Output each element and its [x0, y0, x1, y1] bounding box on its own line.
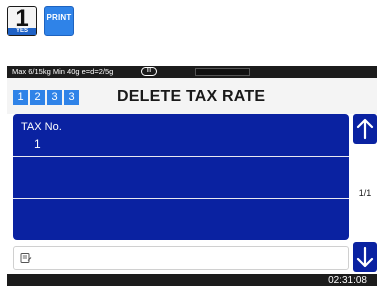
print-key-icon[interactable]: PRINT: [44, 6, 74, 36]
step-4[interactable]: 3: [64, 90, 79, 105]
arrow-down-icon[interactable]: [353, 242, 377, 272]
page-indicator: 1/1: [358, 188, 372, 198]
step-indicator: 1 2 3 3: [13, 90, 79, 105]
scroll-controls: 1/1: [353, 114, 377, 274]
list-item[interactable]: [13, 156, 349, 197]
tax-no-value: 1: [34, 137, 41, 151]
tax-no-label: TAX No.: [21, 121, 62, 133]
page-title: DELETE TAX RATE: [117, 88, 266, 105]
tax-list: TAX No. 1: [13, 114, 349, 240]
page-header: 1 2 3 3 DELETE TAX RATE: [7, 78, 377, 114]
key-yes-label: YES: [8, 28, 36, 35]
entry-field[interactable]: [13, 246, 349, 270]
step-2[interactable]: 2: [30, 90, 45, 105]
scale-screen: Max 6/15kg Min 40g e=d=2/5g III 1 2 3 3 …: [7, 66, 377, 286]
arrow-up-icon[interactable]: [353, 114, 377, 144]
clock: 02:31:08: [328, 275, 367, 286]
footer-bar: 02:31:08: [7, 274, 377, 286]
list-item[interactable]: TAX No. 1: [13, 114, 349, 155]
accuracy-class-badge: III: [141, 67, 157, 76]
scale-spec: Max 6/15kg Min 40g e=d=2/5g: [12, 67, 114, 76]
print-key-label: PRINT: [46, 13, 72, 22]
status-indicator-slot: [195, 68, 250, 76]
yes-key-icon[interactable]: 1 YES: [7, 6, 37, 36]
step-3[interactable]: 3: [47, 90, 62, 105]
list-item[interactable]: [13, 198, 349, 239]
status-bar: Max 6/15kg Min 40g e=d=2/5g III: [7, 66, 377, 78]
step-1[interactable]: 1: [13, 90, 28, 105]
memo-icon: [20, 253, 32, 263]
